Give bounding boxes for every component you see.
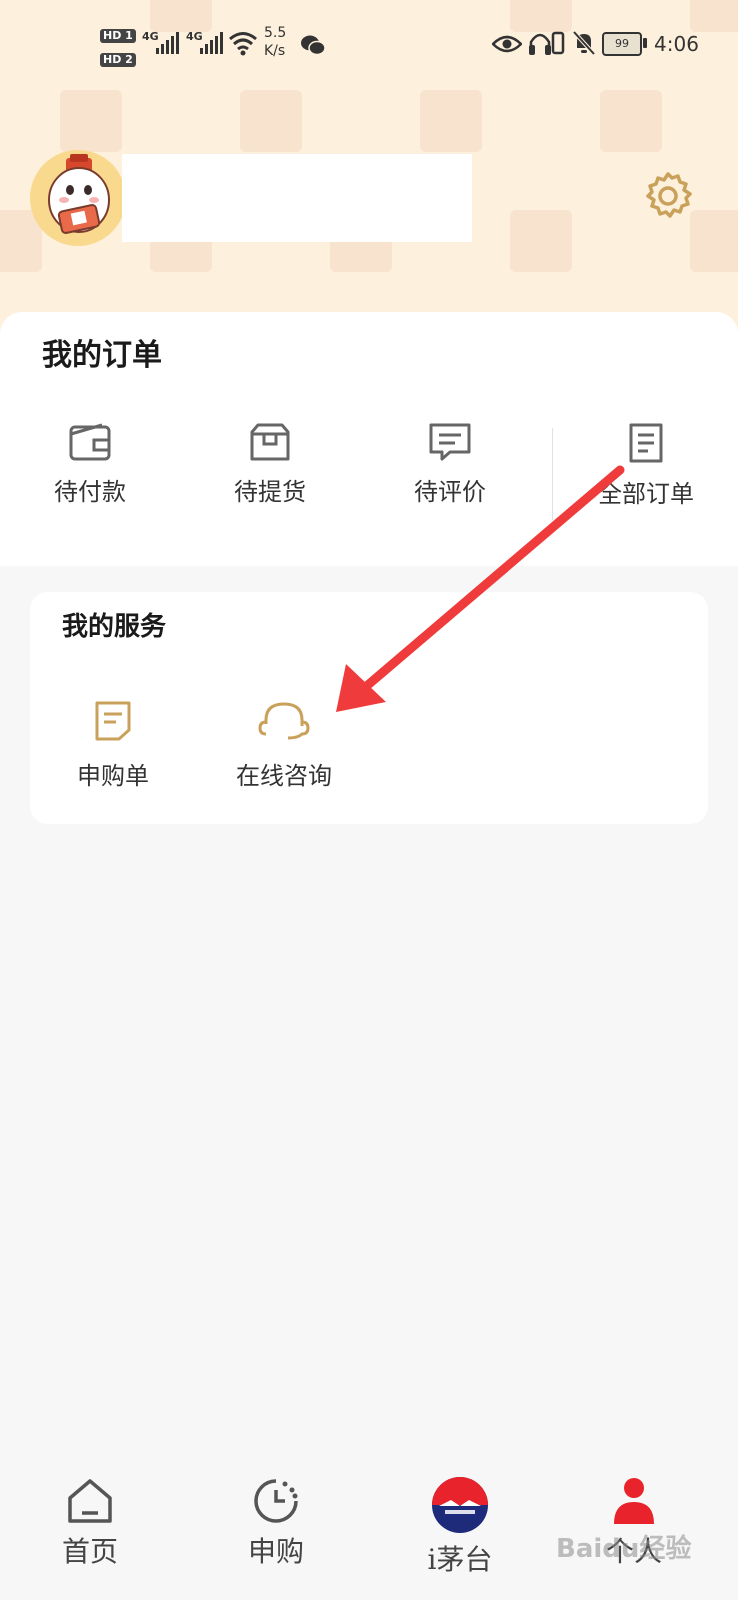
comment-icon (429, 423, 471, 461)
battery-icon: 99 (602, 32, 642, 56)
pattern-tile (60, 90, 122, 152)
service-online-consult[interactable]: 在线咨询 (209, 700, 359, 791)
nav-home[interactable]: 首页 (30, 1476, 150, 1570)
form-icon (95, 701, 131, 741)
package-icon (250, 423, 290, 461)
my-orders-title: 我的订单 (42, 338, 162, 373)
headset-icon (258, 702, 310, 740)
service-label: 申购单 (77, 762, 149, 790)
watermark: Baidu经验 (556, 1534, 692, 1564)
order-label: 待提货 (234, 478, 306, 506)
wallet-icon (69, 423, 111, 461)
signal-icon (200, 32, 223, 54)
nav-label: 首页 (61, 1535, 118, 1568)
moutai-logo-icon (432, 1477, 488, 1533)
nav-label: 申购 (247, 1535, 304, 1568)
headphones-icon (529, 33, 551, 55)
network-speed-unit: K/s (264, 43, 286, 59)
order-pending-pickup[interactable]: 待提货 (190, 422, 350, 532)
service-purchase-form[interactable]: 申购单 (38, 700, 188, 791)
user-name-redacted (122, 154, 472, 242)
home-icon (68, 1479, 112, 1523)
pattern-tile (240, 90, 302, 152)
battery-tip (643, 38, 647, 48)
status-bar: HD 1 HD 2 4G 4G 5.5 K/s 99 4:06 (0, 0, 738, 90)
wifi-icon (229, 32, 257, 56)
order-label: 全部订单 (598, 480, 694, 508)
eye-icon (492, 35, 522, 53)
order-label: 待付款 (54, 478, 126, 506)
pattern-tile (690, 210, 738, 272)
nav-imoutai[interactable]: i茅台 (400, 1476, 520, 1578)
gear-icon (646, 172, 692, 218)
battery-level: 99 (615, 37, 629, 50)
sim2-hd-badge: HD 2 (100, 48, 136, 67)
order-pending-payment[interactable]: 待付款 (10, 422, 170, 532)
service-label: 在线咨询 (236, 762, 332, 790)
order-pending-review[interactable]: 待评价 (370, 422, 530, 532)
hd2-label: HD 2 (100, 53, 136, 67)
network-speed-value: 5.5 (264, 25, 287, 41)
order-all[interactable]: 全部订单 (566, 422, 726, 532)
order-label: 待评价 (414, 478, 486, 506)
my-services-title: 我的服务 (62, 612, 167, 642)
pattern-tile (600, 90, 662, 152)
network-speed: 5.5 K/s (264, 24, 286, 60)
pattern-tile (510, 210, 572, 272)
nav-purchase[interactable]: 申购 (216, 1476, 336, 1570)
person-icon (614, 1478, 654, 1524)
hd1-label: HD 1 (100, 29, 136, 43)
bell-off-icon (572, 30, 596, 56)
document-icon (629, 423, 663, 463)
signal-icon (156, 32, 179, 54)
mascot-avatar-icon (48, 154, 110, 234)
sim1-hd-badge: HD 1 (100, 24, 136, 43)
orders-divider (552, 428, 553, 520)
pattern-tile (420, 90, 482, 152)
nav-label: i茅台 (427, 1543, 493, 1576)
settings-button[interactable] (640, 168, 696, 224)
vibrate-icon (551, 31, 565, 55)
wechat-icon (301, 35, 326, 56)
clock-time: 4:06 (654, 32, 699, 56)
clock-icon (254, 1479, 298, 1523)
user-avatar[interactable] (30, 150, 126, 246)
